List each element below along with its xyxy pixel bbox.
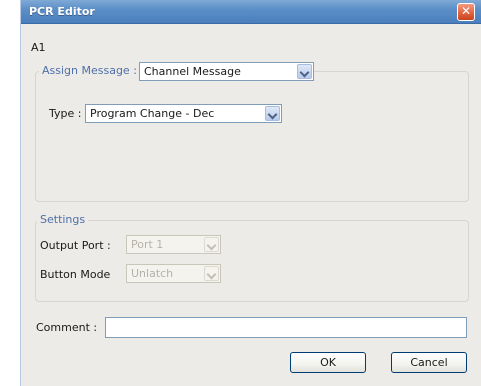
output-port-select[interactable]: Port 1 [126,235,221,254]
output-port-label: Output Port : [40,239,111,252]
message-select-value: Channel Message [144,65,241,78]
chevron-down-icon[interactable] [265,106,280,121]
close-button[interactable]: ✕ [457,3,475,21]
pcr-editor-window: PCR Editor ✕ A1 Assign Message : Channel… [20,0,481,386]
cancel-button[interactable]: Cancel [391,352,467,373]
comment-input[interactable] [105,317,467,338]
title-bar[interactable]: PCR Editor ✕ [21,0,481,24]
type-label: Type : [49,107,82,120]
close-icon: ✕ [460,4,472,18]
item-label: A1 [31,41,46,54]
chevron-down-icon[interactable] [204,237,219,252]
assign-message-legend: Assign Message : [39,64,140,77]
message-select[interactable]: Channel Message [139,62,314,81]
button-mode-select[interactable]: Unlatch [126,264,221,283]
assign-message-group [35,71,469,202]
button-mode-label: Button Mode [40,268,111,281]
chevron-down-icon[interactable] [204,266,219,281]
settings-group [35,220,469,302]
window-title: PCR Editor [29,5,95,18]
type-select-value: Program Change - Dec [90,107,215,120]
ok-button[interactable]: OK [290,352,366,373]
button-mode-value: Unlatch [131,267,174,280]
type-select[interactable]: Program Change - Dec [85,104,282,123]
chevron-down-icon[interactable] [297,64,312,79]
output-port-value: Port 1 [131,238,164,251]
comment-label: Comment : [36,321,98,334]
settings-legend: Settings [37,213,89,226]
